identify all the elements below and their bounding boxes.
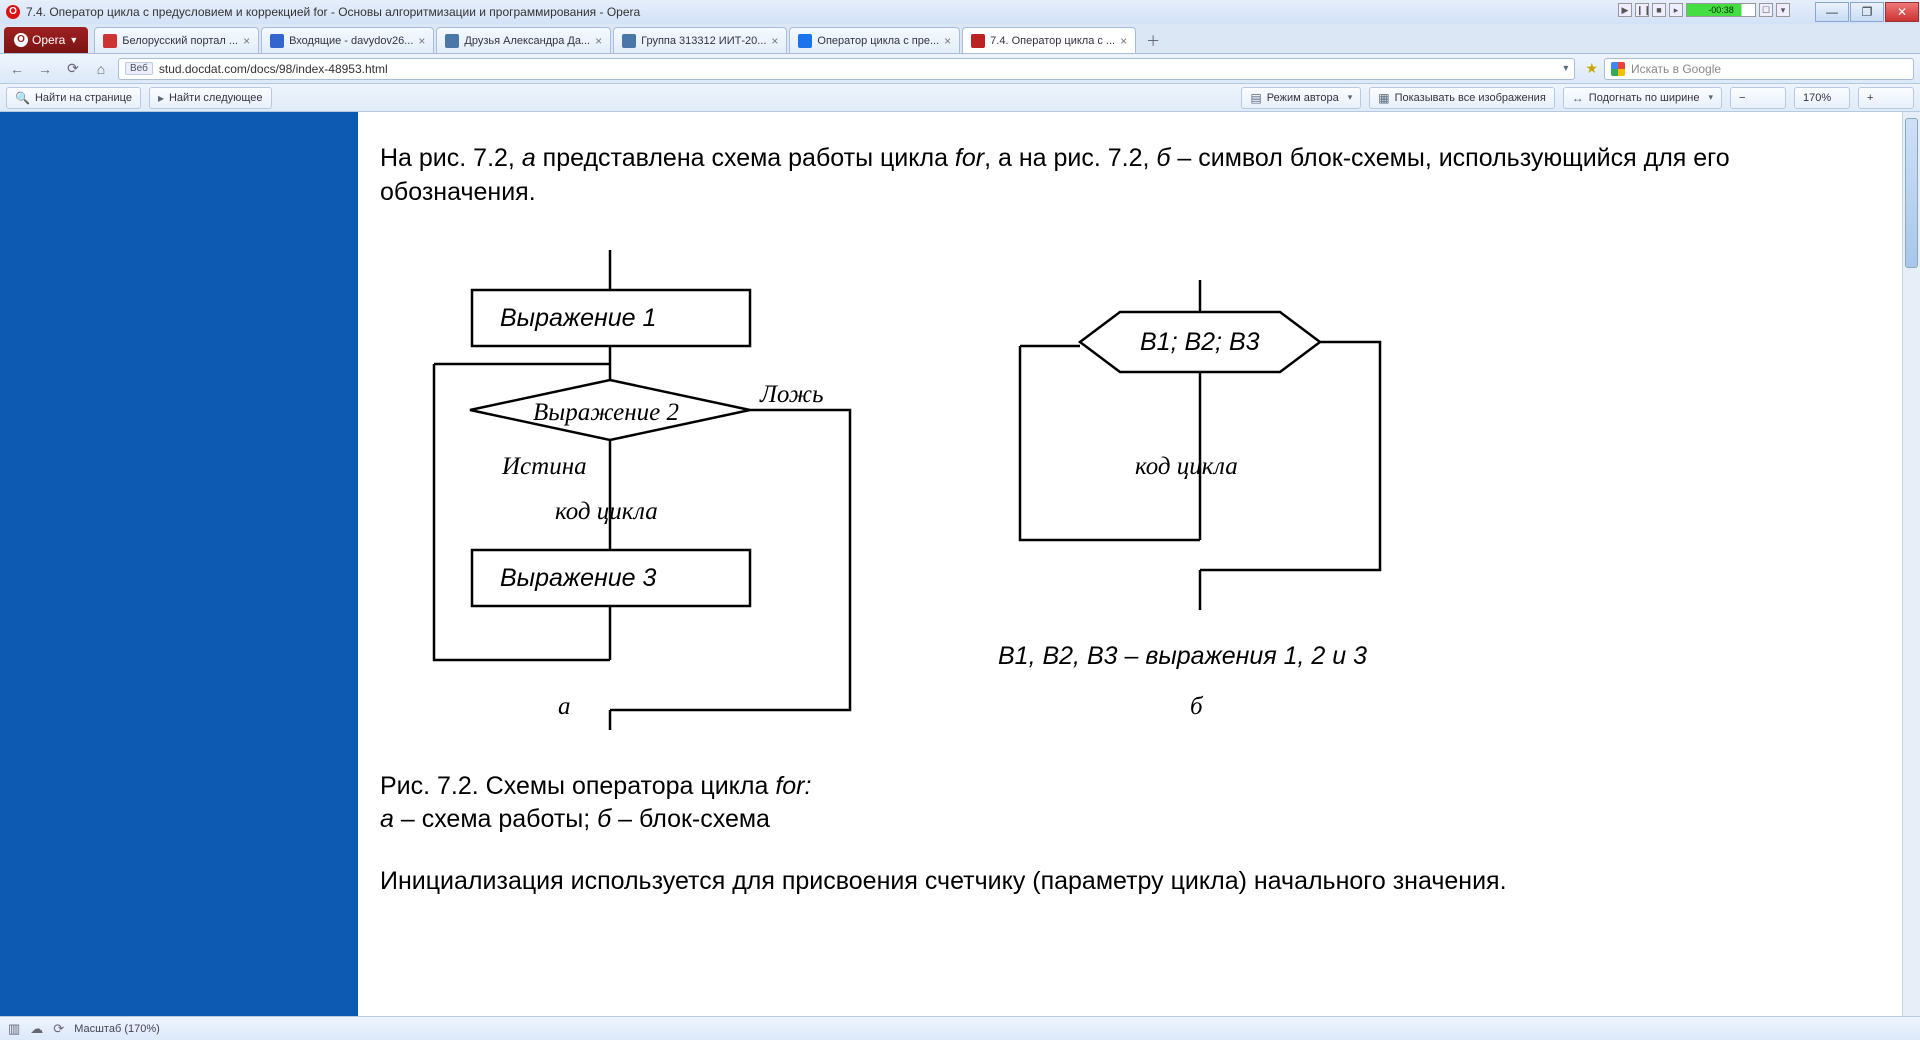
tray-icon[interactable]: ☐ bbox=[1759, 3, 1773, 17]
url-text: stud.docdat.com/docs/98/index-48953.html bbox=[159, 62, 388, 76]
panel-icon[interactable]: ▥ bbox=[8, 1021, 20, 1037]
zoom-label: 170% bbox=[1803, 92, 1831, 104]
scrollbar-thumb[interactable] bbox=[1905, 118, 1918, 268]
tab-label: Друзья Александра Да... bbox=[464, 35, 590, 47]
tab-label: 7.4. Оператор цикла с ... bbox=[990, 35, 1115, 47]
find-next-label: Найти следующее bbox=[169, 92, 263, 104]
paragraph: Инициализация используется для присвоени… bbox=[380, 865, 1880, 899]
sync-icon[interactable]: ⟳ bbox=[53, 1021, 64, 1037]
search-icon: 🔍 bbox=[15, 91, 30, 105]
zoom-plus-button[interactable]: + bbox=[1858, 87, 1914, 109]
find-label: Найти на странице bbox=[35, 92, 132, 104]
find-on-page-button[interactable]: 🔍 Найти на странице bbox=[6, 87, 141, 109]
url-field[interactable]: Веб stud.docdat.com/docs/98/index-48953.… bbox=[118, 58, 1575, 80]
tab-active[interactable]: 7.4. Оператор цикла с ... × bbox=[962, 27, 1136, 53]
cloud-icon[interactable]: ☁ bbox=[30, 1021, 43, 1037]
forward-button[interactable]: → bbox=[34, 59, 56, 79]
favicon-icon bbox=[270, 34, 284, 48]
tab-label: Группа 313312 ИИТ-20... bbox=[641, 35, 766, 47]
document-sidebar bbox=[0, 112, 358, 1016]
opera-app-icon: O bbox=[6, 5, 20, 19]
address-bar: ← → ⟳ ⌂ Веб stud.docdat.com/docs/98/inde… bbox=[0, 54, 1920, 84]
tab[interactable]: Группа 313312 ИИТ-20... × bbox=[613, 27, 787, 53]
author-mode-button[interactable]: ▤ Режим автора bbox=[1241, 87, 1361, 109]
home-button[interactable]: ⌂ bbox=[90, 59, 112, 79]
favicon-icon bbox=[622, 34, 636, 48]
bookmark-star-icon[interactable]: ★ bbox=[1585, 60, 1598, 77]
tab-close-icon[interactable]: × bbox=[595, 34, 602, 48]
close-button[interactable]: ✕ bbox=[1885, 2, 1919, 22]
system-tray: ▶ ❙❙ ■ ▸ -00:38 ☐ ▾ bbox=[1618, 3, 1790, 17]
tray-icon[interactable]: ▶ bbox=[1618, 3, 1632, 17]
image-icon: ▦ bbox=[1378, 91, 1389, 105]
search-field[interactable]: Искать в Google bbox=[1604, 58, 1914, 80]
author-mode-label: Режим автора bbox=[1267, 92, 1339, 104]
tray-icon[interactable]: ■ bbox=[1652, 3, 1666, 17]
back-button[interactable]: ← bbox=[6, 59, 28, 79]
document-content: На рис. 7.2, а представлена схема работы… bbox=[358, 112, 1902, 899]
fit-width-button[interactable]: ↔ Подогнать по ширине bbox=[1563, 87, 1722, 109]
tray-icon[interactable]: ❙❙ bbox=[1635, 3, 1649, 17]
window-titlebar: O 7.4. Оператор цикла с предусловием и к… bbox=[0, 0, 1920, 24]
url-badge: Веб bbox=[125, 62, 153, 75]
chevron-down-icon: ▼ bbox=[69, 35, 78, 45]
zoom-minus-button[interactable]: − bbox=[1730, 87, 1786, 109]
reload-button[interactable]: ⟳ bbox=[62, 59, 84, 79]
figure: Выражение 1 Выражение 2 Ложь Истина код … bbox=[380, 250, 1880, 870]
window-title: 7.4. Оператор цикла с предусловием и кор… bbox=[26, 5, 640, 19]
show-images-label: Показывать все изображения bbox=[1395, 92, 1546, 104]
status-bar: ▥ ☁ ⟳ Масштаб (170%) bbox=[0, 1016, 1920, 1040]
document-area: На рис. 7.2, а представлена схема работы… bbox=[358, 112, 1902, 1016]
tab-label: Оператор цикла с пре... bbox=[817, 35, 939, 47]
tab-close-icon[interactable]: × bbox=[243, 34, 250, 48]
paragraph: На рис. 7.2, а представлена схема работы… bbox=[380, 142, 1880, 210]
favicon-icon bbox=[971, 34, 985, 48]
tab-label: Входящие - davydov26... bbox=[289, 35, 413, 47]
page-icon: ▤ bbox=[1250, 91, 1261, 105]
page-viewport: На рис. 7.2, а представлена схема работы… bbox=[0, 112, 1920, 1016]
tab-close-icon[interactable]: × bbox=[418, 34, 425, 48]
google-icon bbox=[1611, 62, 1625, 76]
new-tab-button[interactable]: ＋ bbox=[1142, 31, 1164, 49]
tray-icon[interactable]: ▸ bbox=[1669, 3, 1683, 17]
favicon-icon bbox=[798, 34, 812, 48]
tab-close-icon[interactable]: × bbox=[1120, 34, 1127, 48]
tab-strip: O Opera ▼ Белорусский портал ... × Входящ… bbox=[0, 24, 1920, 54]
tab-close-icon[interactable]: × bbox=[944, 34, 951, 48]
tab[interactable]: Друзья Александра Да... × bbox=[436, 27, 611, 53]
search-placeholder: Искать в Google bbox=[1631, 62, 1721, 76]
tab-label: Белорусский портал ... bbox=[122, 35, 238, 47]
flowchart-svg bbox=[380, 250, 1530, 870]
tab[interactable]: Входящие - davydov26... × bbox=[261, 27, 434, 53]
fit-icon: ↔ bbox=[1572, 91, 1584, 105]
status-zoom-label: Масштаб (170%) bbox=[74, 1023, 160, 1035]
favicon-icon bbox=[445, 34, 459, 48]
fit-width-label: Подогнать по ширине bbox=[1589, 92, 1700, 104]
tray-battery-icon: -00:38 bbox=[1686, 3, 1756, 17]
dropdown-icon[interactable]: ▾ bbox=[1563, 63, 1568, 74]
next-icon: ▸ bbox=[158, 91, 164, 105]
tray-icon[interactable]: ▾ bbox=[1776, 3, 1790, 17]
zoom-value[interactable]: 170% bbox=[1794, 87, 1850, 109]
vertical-scrollbar[interactable] bbox=[1902, 112, 1920, 1016]
maximize-button[interactable]: ❐ bbox=[1850, 2, 1884, 22]
find-next-button[interactable]: ▸ Найти следующее bbox=[149, 87, 272, 109]
window-controls: — ❐ ✕ bbox=[1815, 0, 1920, 22]
tab[interactable]: Оператор цикла с пре... × bbox=[789, 27, 960, 53]
opera-logo-icon: O bbox=[14, 33, 28, 47]
favicon-icon bbox=[103, 34, 117, 48]
tab-close-icon[interactable]: × bbox=[771, 34, 778, 48]
minimize-button[interactable]: — bbox=[1815, 2, 1849, 22]
tab[interactable]: Белорусский портал ... × bbox=[94, 27, 259, 53]
show-images-button[interactable]: ▦ Показывать все изображения bbox=[1369, 87, 1555, 109]
opera-menu-label: Opera bbox=[32, 33, 65, 47]
secondary-toolbar: 🔍 Найти на странице ▸ Найти следующее ▤ Реж… bbox=[0, 84, 1920, 112]
opera-menu-button[interactable]: O Opera ▼ bbox=[4, 27, 88, 53]
